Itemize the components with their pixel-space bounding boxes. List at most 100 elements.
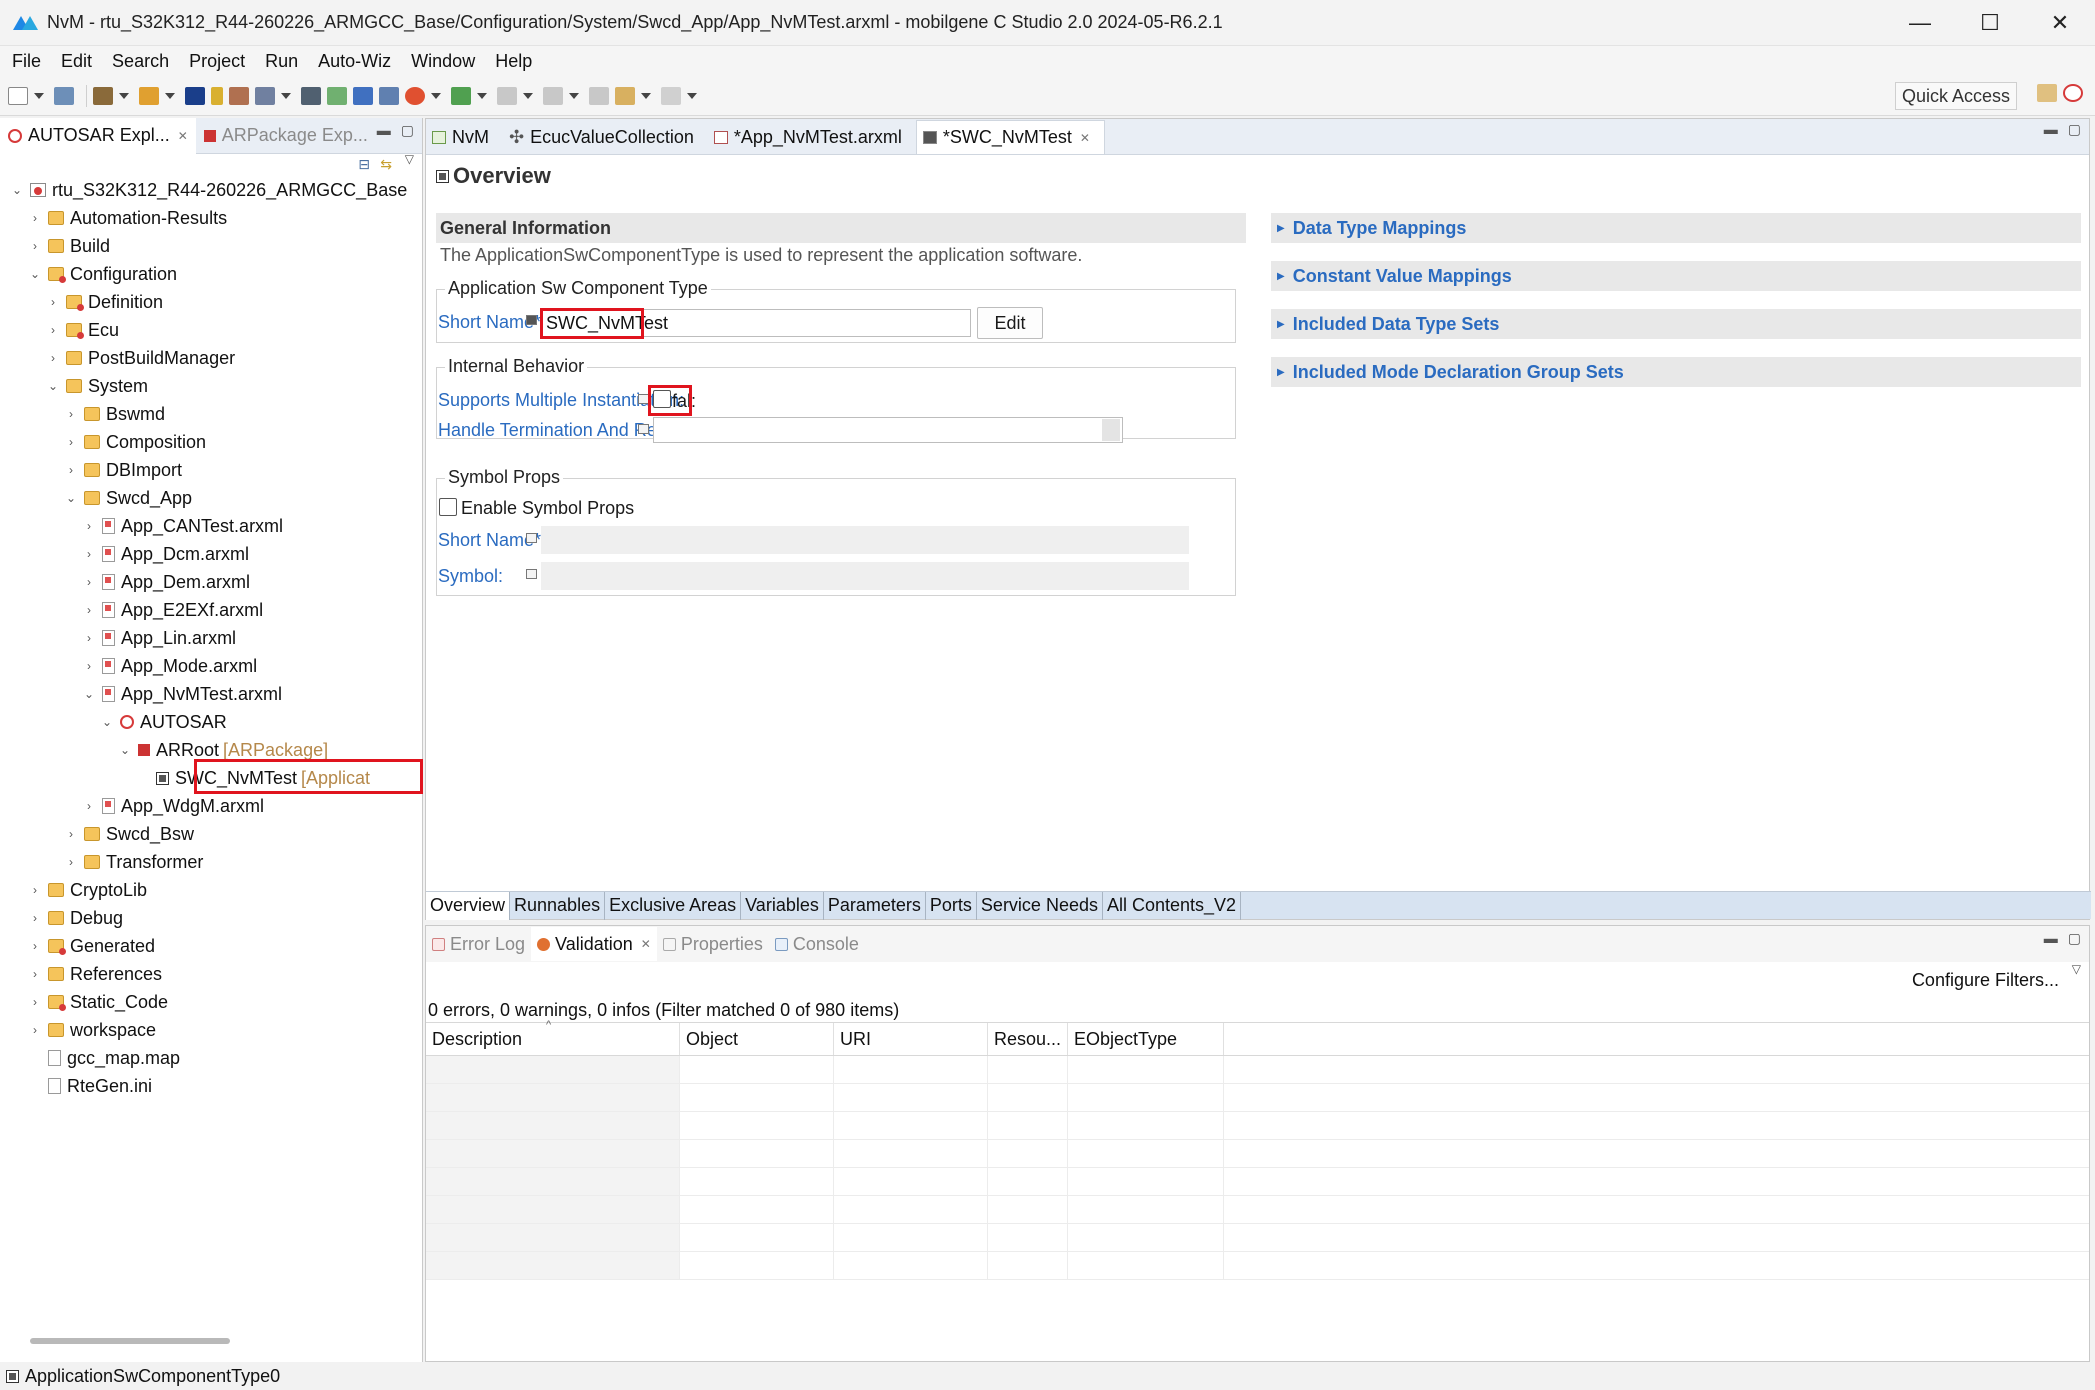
chevron-right-icon[interactable]: › bbox=[82, 519, 96, 533]
page-tab-exclusive-areas[interactable]: Exclusive Areas bbox=[605, 891, 742, 920]
page-tab-all-contents[interactable]: All Contents_V2 bbox=[1103, 891, 1242, 920]
tree-item[interactable]: › App_E2EXf.arxml bbox=[0, 596, 423, 624]
page-tab-variables[interactable]: Variables bbox=[741, 891, 824, 920]
page-tab-overview[interactable]: Overview bbox=[426, 891, 511, 920]
tree-item[interactable]: › App_WdgM.arxml bbox=[0, 792, 423, 820]
tree-item[interactable]: ⌄ Swcd_App bbox=[0, 484, 423, 512]
chevron-right-icon[interactable]: › bbox=[82, 631, 96, 645]
link-icon[interactable] bbox=[451, 86, 471, 105]
minimize-editor-icon[interactable]: ▬ bbox=[2044, 121, 2058, 138]
chevron-right-icon[interactable]: › bbox=[64, 463, 78, 477]
chevron-down-icon[interactable]: ⌄ bbox=[118, 743, 132, 757]
run-dropdown-icon[interactable] bbox=[431, 92, 441, 99]
tree-item[interactable]: › App_Dcm.arxml bbox=[0, 540, 423, 568]
close-button[interactable]: ✕ bbox=[2025, 0, 2095, 46]
tab-properties[interactable]: Properties bbox=[657, 927, 769, 961]
view-menu-icon[interactable]: ▽ bbox=[405, 152, 414, 166]
collapse-all-icon[interactable]: ⊟ bbox=[358, 156, 370, 173]
tree-item[interactable]: › workspace bbox=[0, 1016, 423, 1044]
included-mode-declaration-group-sets-section[interactable]: ▶ Included Mode Declaration Group Sets bbox=[1271, 357, 2081, 387]
menu-run[interactable]: Run bbox=[265, 51, 298, 72]
close-tab-icon[interactable]: ✕ bbox=[641, 937, 651, 951]
forward-dropdown-icon[interactable] bbox=[687, 92, 697, 99]
menu-search[interactable]: Search bbox=[112, 51, 169, 72]
close-tab-icon[interactable]: ✕ bbox=[1080, 131, 1090, 145]
column-resource[interactable]: Resou... bbox=[988, 1023, 1068, 1055]
chevron-right-icon[interactable]: › bbox=[82, 575, 96, 589]
prev-annotation-icon[interactable] bbox=[543, 86, 563, 105]
tree-item[interactable]: › Composition bbox=[0, 428, 423, 456]
chevron-right-icon[interactable]: › bbox=[46, 323, 60, 337]
tree-item[interactable]: › Static_Code bbox=[0, 988, 423, 1016]
link-dropdown-icon[interactable] bbox=[477, 92, 487, 99]
general-information-header[interactable]: General Information bbox=[436, 213, 1246, 243]
build-dropdown-icon[interactable] bbox=[119, 92, 129, 99]
tool-icon[interactable] bbox=[353, 86, 373, 105]
tab-console[interactable]: Console bbox=[769, 927, 865, 961]
tree-item[interactable]: › Bswmd bbox=[0, 400, 423, 428]
tree-item[interactable]: ⌄ System bbox=[0, 372, 423, 400]
tree-item[interactable]: › References bbox=[0, 960, 423, 988]
column-uri[interactable]: URI bbox=[834, 1023, 988, 1055]
window-icon[interactable] bbox=[327, 86, 347, 105]
minimize-button[interactable]: — bbox=[1885, 0, 1955, 46]
last-edit-icon[interactable] bbox=[589, 86, 609, 105]
menu-project[interactable]: Project bbox=[189, 51, 245, 72]
menu-file[interactable]: File bbox=[12, 51, 41, 72]
chart-icon[interactable] bbox=[229, 86, 249, 105]
page-tab-service-needs[interactable]: Service Needs bbox=[977, 891, 1103, 920]
chevron-right-icon[interactable]: › bbox=[82, 547, 96, 561]
handle-termination-select[interactable] bbox=[653, 417, 1123, 443]
open-perspective-icon[interactable] bbox=[2037, 84, 2057, 102]
maximize-view-icon[interactable]: ▢ bbox=[401, 122, 414, 139]
new-dropdown-icon[interactable] bbox=[34, 92, 44, 99]
chevron-down-icon[interactable]: ⌄ bbox=[10, 183, 24, 197]
run-icon[interactable] bbox=[405, 86, 425, 105]
chevron-right-icon[interactable]: › bbox=[28, 211, 42, 225]
column-object[interactable]: Object bbox=[680, 1023, 834, 1055]
chevron-right-icon[interactable]: › bbox=[28, 1023, 42, 1037]
tree-item[interactable]: gcc_map.map bbox=[0, 1044, 423, 1072]
chevron-right-icon[interactable]: › bbox=[46, 295, 60, 309]
tree-item[interactable]: › Generated bbox=[0, 932, 423, 960]
close-tab-icon[interactable]: ✕ bbox=[178, 129, 188, 143]
back-icon[interactable] bbox=[615, 86, 635, 105]
tree-item[interactable]: › Build bbox=[0, 232, 423, 260]
forward-icon[interactable] bbox=[661, 86, 681, 105]
tree-item[interactable]: › Definition bbox=[0, 288, 423, 316]
tree-item[interactable]: › Debug bbox=[0, 904, 423, 932]
tree-item[interactable]: › App_CANTest.arxml bbox=[0, 512, 423, 540]
chevron-right-icon[interactable]: › bbox=[64, 435, 78, 449]
chevron-down-icon[interactable]: ⌄ bbox=[28, 267, 42, 281]
tree-item[interactable]: › Automation-Results bbox=[0, 204, 423, 232]
view-menu-icon[interactable]: ▽ bbox=[2072, 962, 2081, 976]
tree-item[interactable]: › Swcd_Bsw bbox=[0, 820, 423, 848]
enable-symbol-props-label[interactable]: Enable Symbol Props bbox=[461, 498, 634, 519]
menu-auto-wiz[interactable]: Auto-Wiz bbox=[318, 51, 391, 72]
tab-arpackage-explorer[interactable]: ARPackage Exp... bbox=[196, 118, 376, 154]
chevron-right-icon[interactable]: › bbox=[64, 827, 78, 841]
spark-icon[interactable] bbox=[211, 86, 223, 105]
graph-dropdown-icon[interactable] bbox=[281, 92, 291, 99]
back-dropdown-icon[interactable] bbox=[641, 92, 651, 99]
tree-item[interactable]: ⌄ Configuration bbox=[0, 260, 423, 288]
menu-edit[interactable]: Edit bbox=[61, 51, 92, 72]
page-tab-runnables[interactable]: Runnables bbox=[510, 891, 606, 920]
autosar-perspective-icon[interactable] bbox=[2063, 84, 2083, 102]
chevron-right-icon[interactable]: › bbox=[28, 239, 42, 253]
tree-item[interactable]: › App_Dem.arxml bbox=[0, 568, 423, 596]
maximize-panel-icon[interactable]: ▢ bbox=[2068, 930, 2081, 947]
prev-annotation-dropdown-icon[interactable] bbox=[569, 92, 579, 99]
horizontal-scrollbar[interactable] bbox=[30, 1338, 230, 1344]
configure-filters-link[interactable]: Configure Filters... bbox=[1912, 970, 2059, 991]
new-icon[interactable] bbox=[8, 86, 28, 105]
tree-item[interactable]: › Transformer bbox=[0, 848, 423, 876]
page-tab-parameters[interactable]: Parameters bbox=[824, 891, 926, 920]
chevron-right-icon[interactable]: › bbox=[82, 799, 96, 813]
tab-ecuc-value-collection[interactable]: ✣ EcucValueCollection bbox=[503, 120, 708, 154]
column-description[interactable]: Description ^ bbox=[426, 1019, 680, 1055]
tree-item[interactable]: › DBImport bbox=[0, 456, 423, 484]
tree-item[interactable]: › PostBuildManager bbox=[0, 344, 423, 372]
edit-button[interactable]: Edit bbox=[977, 307, 1043, 339]
tree-item[interactable]: RteGen.ini bbox=[0, 1072, 423, 1100]
